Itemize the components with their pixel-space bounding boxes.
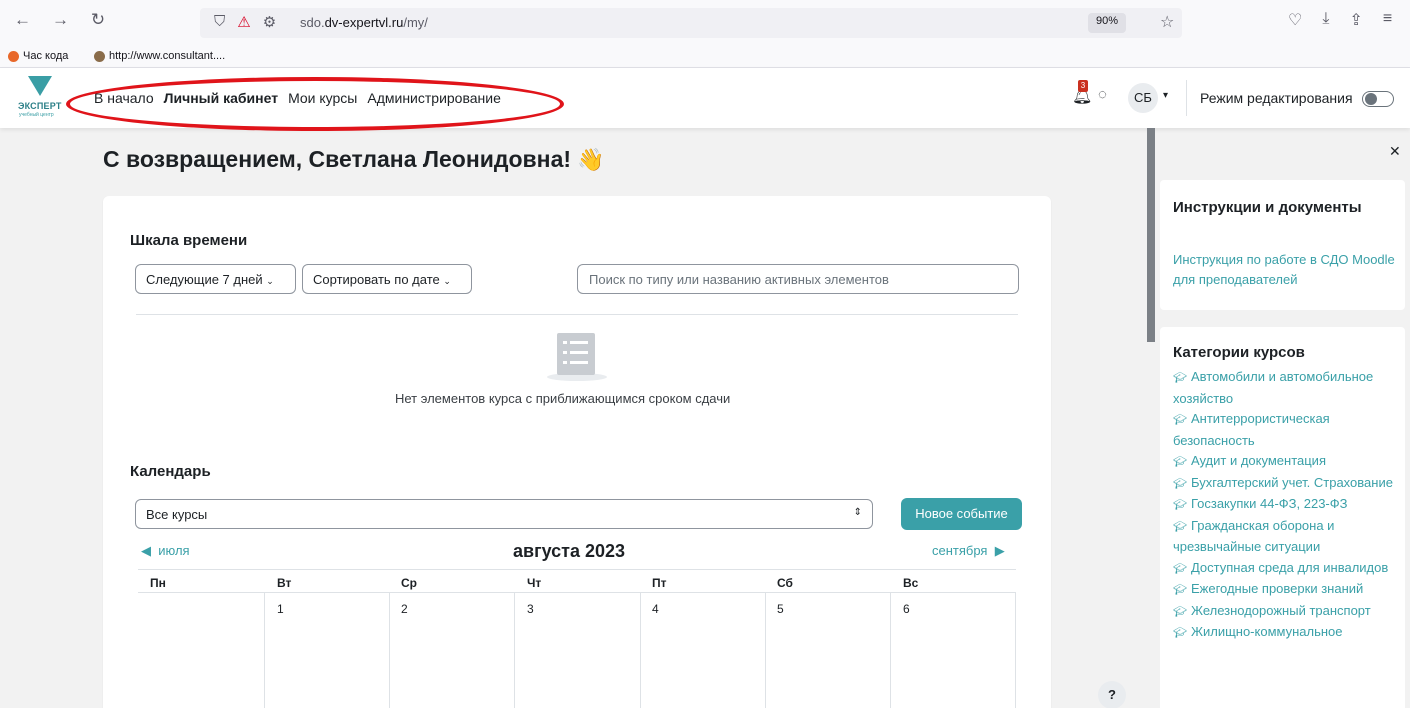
block-title: Инструкции и документы bbox=[1173, 199, 1362, 216]
site-favicon-icon bbox=[94, 50, 105, 62]
close-icon[interactable]: ✕ bbox=[1389, 143, 1401, 160]
new-event-button[interactable]: Новое событие bbox=[901, 498, 1022, 530]
prev-month-link[interactable]: ◀ июля bbox=[141, 543, 190, 559]
chevron-down-icon: ⌄ bbox=[266, 276, 274, 286]
help-button[interactable]: ? bbox=[1098, 681, 1126, 708]
graduation-cap-icon: 🎓︎ bbox=[1173, 477, 1187, 490]
bookmark-item[interactable]: Час кода bbox=[8, 50, 68, 62]
url-text[interactable]: sdo.dv-expertvl.ru/my/ bbox=[300, 15, 428, 30]
list-item[interactable]: 🎓︎ Аудит и документация bbox=[1173, 451, 1401, 473]
list-item[interactable]: 🎓︎ Бухгалтерский учет. Страхование bbox=[1173, 473, 1401, 495]
bookmarks-bar: Час кода http://www.consultant.... bbox=[0, 46, 1410, 68]
user-avatar[interactable]: СБ bbox=[1128, 83, 1158, 113]
nav-my-courses[interactable]: Мои курсы bbox=[288, 90, 357, 106]
edit-mode-label: Режим редактирования bbox=[1200, 90, 1353, 106]
calendar-day[interactable]: 3 bbox=[527, 602, 534, 616]
share-icon[interactable]: ⇪ bbox=[1349, 10, 1362, 30]
weekday-header: Пн bbox=[150, 576, 166, 590]
nav-home[interactable]: В начало bbox=[94, 90, 154, 106]
drawer-scrollbar[interactable] bbox=[1147, 128, 1155, 342]
calendar-day[interactable]: 5 bbox=[777, 602, 784, 616]
calendar-day[interactable]: 2 bbox=[401, 602, 408, 616]
calendar-day[interactable]: 4 bbox=[652, 602, 659, 616]
calendar-month-title: августа 2023 bbox=[513, 541, 626, 561]
zoom-level[interactable]: 90% bbox=[1088, 13, 1127, 33]
address-bar[interactable]: ⛉ ⚠ ⚙ sdo.dv-expertvl.ru/my/ 90% ☆ bbox=[200, 8, 1182, 38]
weekday-header: Чт bbox=[527, 576, 542, 590]
chevron-down-icon[interactable]: ▾ bbox=[1163, 90, 1168, 101]
timeline-range-select[interactable]: Следующие 7 дней ⌄ bbox=[135, 264, 296, 294]
weekday-header: Вт bbox=[277, 576, 292, 590]
weekday-header: Ср bbox=[401, 576, 417, 590]
arrow-right-icon: ▶ bbox=[994, 543, 1005, 558]
empty-list-icon bbox=[547, 333, 607, 383]
next-month-link[interactable]: сентября ▶ bbox=[932, 543, 1005, 559]
browser-nav: ← → ↻ bbox=[14, 10, 106, 30]
list-item[interactable]: 🎓︎ Антитеррористическая безопасность bbox=[1173, 409, 1401, 451]
calendar-heading: Календарь bbox=[130, 463, 211, 480]
nav-site-admin[interactable]: Администрирование bbox=[367, 90, 501, 106]
select-arrows-icon: ⇕ bbox=[853, 507, 862, 518]
timeline-search-input[interactable]: Поиск по типу или названию активных элем… bbox=[577, 264, 1019, 294]
shield-icon[interactable]: ⛉ bbox=[214, 13, 225, 31]
timeline-sort-select[interactable]: Сортировать по дате ⌄ bbox=[302, 264, 472, 294]
weekday-header: Пт bbox=[652, 576, 667, 590]
divider bbox=[136, 314, 1018, 315]
bookmark-item[interactable]: http://www.consultant.... bbox=[94, 50, 225, 62]
primary-navigation: В начало Личный кабинет Мои курсы Админи… bbox=[94, 90, 501, 106]
header-divider bbox=[1186, 80, 1187, 116]
graduation-cap-icon: 🎓︎ bbox=[1173, 456, 1187, 468]
list-item[interactable]: 🎓︎ Гражданская оборона и чрезвычайные сит… bbox=[1173, 516, 1401, 558]
permissions-icon[interactable]: ⚙ bbox=[263, 13, 276, 31]
graduation-cap-icon: 🎓︎ bbox=[1173, 562, 1187, 575]
calendar-day[interactable]: 1 bbox=[277, 602, 284, 616]
page-title: С возвращением, Светлана Леонидовна! 👋 bbox=[103, 146, 605, 172]
calendar-day[interactable]: 6 bbox=[903, 602, 910, 616]
download-icon[interactable]: ⤓ bbox=[1322, 10, 1329, 30]
list-item[interactable]: 🎓︎ Ежегодные проверки знаний bbox=[1173, 579, 1401, 601]
graduation-cap-icon: 🎓︎ bbox=[1173, 627, 1187, 639]
graduation-cap-icon: 🎓︎ bbox=[1173, 414, 1187, 426]
category-list: 🎓︎ Автомобили и автомобильное хозяйство 🎓… bbox=[1173, 367, 1401, 644]
list-item[interactable]: 🎓︎ Доступная среда для инвалидов bbox=[1173, 558, 1401, 580]
weekday-header: Вс bbox=[903, 576, 919, 590]
list-item[interactable]: 🎓︎ Автомобили и автомобильное хозяйство bbox=[1173, 367, 1401, 409]
forward-icon[interactable]: → bbox=[52, 10, 69, 30]
reload-icon[interactable]: ↻ bbox=[90, 10, 106, 30]
instructions-block: Инструкции и документы Инструкция по раб… bbox=[1160, 180, 1405, 310]
graduation-cap-icon: 🎓︎ bbox=[1173, 584, 1187, 596]
graduation-cap-icon: 🎓︎ bbox=[1173, 520, 1187, 533]
instructions-link[interactable]: Инструкция по работе в СДО Moodle для пр… bbox=[1173, 250, 1395, 290]
message-icon[interactable]: ◌ bbox=[1098, 86, 1107, 103]
nav-dashboard[interactable]: Личный кабинет bbox=[164, 90, 278, 106]
graduation-cap-icon: 🎓︎ bbox=[1173, 605, 1187, 618]
calendar-course-select[interactable]: Все курсы ⇕ bbox=[135, 499, 873, 529]
edit-mode-toggle[interactable] bbox=[1362, 91, 1394, 107]
clock-icon bbox=[8, 50, 19, 62]
block-title: Категории курсов bbox=[1173, 344, 1305, 361]
arrow-left-icon: ◀ bbox=[141, 543, 151, 558]
back-icon[interactable]: ← bbox=[14, 10, 31, 30]
waving-hand-icon: 👋 bbox=[577, 147, 605, 172]
insecure-lock-icon[interactable]: ⚠ bbox=[237, 13, 250, 31]
graduation-cap-icon: 🎓︎ bbox=[1173, 499, 1187, 511]
calendar-grid: Пн Вт Ср Чт Пт Сб Вс 1 2 3 4 5 6 bbox=[138, 569, 1016, 708]
site-header: ЭКСПЕРТ учебный центр В начало Личный ка… bbox=[0, 68, 1410, 128]
list-item[interactable]: 🎓︎ Железнодорожный транспорт bbox=[1173, 601, 1401, 623]
notification-count-badge: 3 bbox=[1078, 80, 1088, 92]
course-categories-block: Категории курсов 🎓︎ Автомобили и автомоби… bbox=[1160, 327, 1405, 708]
weekday-header: Сб bbox=[777, 576, 793, 590]
chevron-down-icon: ⌄ bbox=[443, 276, 451, 286]
graduation-cap-icon: 🎓︎ bbox=[1173, 372, 1187, 384]
list-item[interactable]: 🎓︎ Жилищно-коммунальное bbox=[1173, 622, 1401, 644]
browser-toolbar: ← → ↻ ⛉ ⚠ ⚙ sdo.dv-expertvl.ru/my/ 90% ☆… bbox=[0, 0, 1410, 46]
bookmark-star-icon[interactable]: ☆ bbox=[1160, 12, 1174, 32]
timeline-empty-message: Нет элементов курса с приближающимся сро… bbox=[395, 391, 731, 406]
logo-chevron-icon bbox=[28, 76, 52, 96]
menu-icon[interactable]: ≡ bbox=[1383, 10, 1392, 30]
timeline-heading: Шкала времени bbox=[130, 232, 248, 249]
pocket-icon[interactable]: ♡ bbox=[1288, 10, 1302, 30]
site-logo[interactable]: ЭКСПЕРТ учебный центр bbox=[16, 74, 68, 122]
list-item[interactable]: 🎓︎ Госзакупки 44-ФЗ, 223-ФЗ bbox=[1173, 494, 1401, 516]
